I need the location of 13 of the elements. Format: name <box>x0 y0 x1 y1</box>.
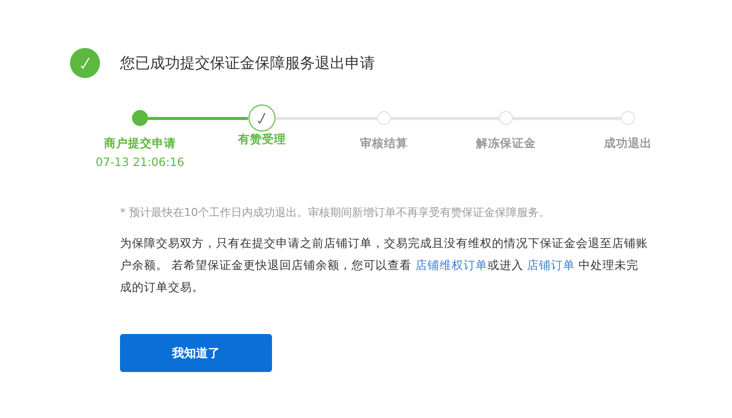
note-text: * 预计最快在10个工作日内成功退出。审核期间新增订单不再享受有赞保证金保障服务。 <box>120 205 551 220</box>
link[interactable]: 店铺订单 <box>526 258 575 272</box>
page-title: 您已成功提交保证金保障服务退出申请 <box>120 54 375 72</box>
step-label: 成功退出 <box>604 136 652 151</box>
info-paragraph: 为保障交易双方，只有在提交申请之前店铺订单，交易完成且没有维权的情况下保证金会退至店铺账户余额。 若希望保证金更快退回店铺余额，您可以查看 店铺维权订单或进入 店铺订单 中处理未完成的订单交易。 <box>120 235 649 296</box>
step-label: 审核结算 <box>360 136 408 151</box>
step-time: 07-13 21:06:16 <box>96 155 184 169</box>
acknowledge-button[interactable]: 我知道了 <box>120 334 272 372</box>
success-check-icon <box>70 48 100 78</box>
link[interactable]: 店铺维权订单 <box>415 258 488 272</box>
step-label: 有赞受理 <box>238 132 286 147</box>
step-label: 解冻保证金 <box>476 136 536 151</box>
step-label: 商户提交申请 <box>104 136 176 151</box>
